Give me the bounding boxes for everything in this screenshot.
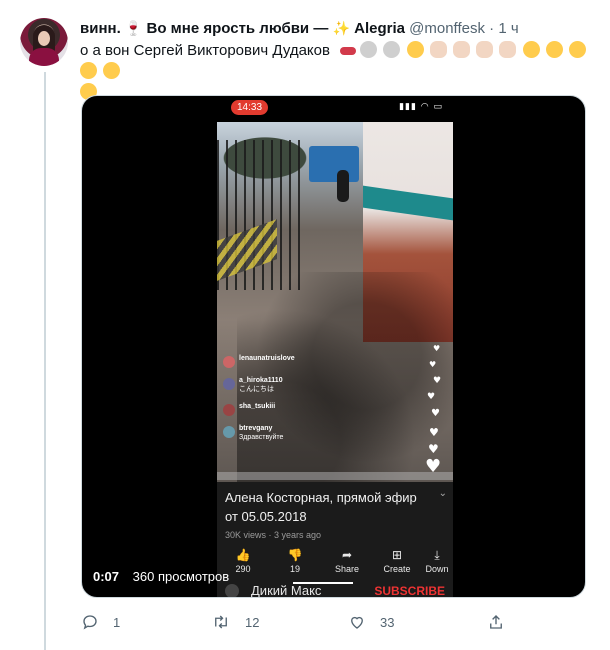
tweet-time[interactable]: 1 ч [498, 20, 518, 37]
victory-hand-emoji-icon [429, 41, 447, 58]
list-item: lenaunatruislove [223, 354, 353, 368]
seek-bar[interactable] [293, 582, 353, 584]
yawning-face-emoji-icon [545, 41, 563, 58]
download-label: Down [425, 564, 449, 574]
like-button[interactable]: 33 [348, 610, 394, 634]
like-count: 33 [380, 614, 395, 630]
reply-button[interactable]: 1 [81, 610, 120, 634]
reply-icon [83, 615, 97, 630]
victory-hand-emoji-icon [499, 41, 517, 58]
retweet-button[interactable]: 12 [211, 610, 259, 634]
heart-icon: ♥ [429, 426, 439, 439]
comment-message: Здравствуйте [239, 434, 284, 441]
video-meta: 30K views · 3 years ago [225, 530, 322, 540]
heart-icon: ♥ [431, 408, 440, 419]
status-time: 14:33 [231, 100, 269, 115]
video-info-panel: Алена Косторная, прямой эфир от 05.05.20… [217, 482, 453, 598]
comment-avatar [223, 426, 235, 438]
channel-name: Дикий Макс [251, 583, 322, 598]
comment-user: lenaunatruislove [239, 355, 295, 362]
share-button[interactable] [487, 610, 519, 634]
create-video-button: ⊞ Create [377, 548, 417, 575]
live-comments: lenaunatruislove a_hiroka1110 こんにちは sha_… [223, 354, 353, 450]
tweet-text: о а вон Сергей Викторович Дудаков [80, 40, 595, 103]
floating-hearts: ♥ ♥ ♥ ♥ ♥ ♥ ♥ ♥ [423, 344, 447, 478]
avatar-dress [29, 48, 59, 66]
reply-count: 1 [113, 614, 121, 630]
tweet-text-body: о а вон Сергей Викторович Дудаков [80, 42, 330, 59]
video-frame: 14:33 ▮▮▮ ◠ ▭ lenaunatruislove a_hiroka1… [217, 96, 453, 598]
video-time: 0:07 [93, 569, 120, 584]
author-handle[interactable]: @monffesk [409, 20, 485, 37]
video-actions: 👍 290 👎 19 ➦ Share ⊞ Create ⤓ Down [221, 548, 453, 578]
comment-message: こんにちは [239, 386, 274, 393]
separator-dot: · [489, 20, 495, 37]
thumbs-down-icon: 👎 [287, 548, 303, 562]
author-name[interactable]: винн. [80, 20, 121, 37]
avatar[interactable] [20, 18, 68, 66]
video-title: Алена Косторная, прямой эфир от 05.05.20… [225, 490, 417, 524]
video-thumbnail-strip [217, 472, 453, 480]
heart-icon: ♥ [427, 392, 436, 402]
bus-shape [309, 146, 359, 182]
gray-face-emoji-icon [360, 41, 378, 58]
comment-avatar [223, 378, 235, 390]
share-label: Share [334, 564, 360, 574]
comment-avatar [223, 356, 235, 368]
list-item: sha_tsukiii [223, 402, 353, 416]
share-icon: ➦ [341, 548, 353, 562]
heart-icon [351, 616, 363, 629]
dislike-count: 19 [289, 564, 300, 574]
create-icon: ⊞ [391, 548, 403, 562]
yawning-face-emoji-icon [522, 41, 540, 58]
smirk-face-emoji-icon [406, 41, 424, 58]
comment-user: a_hiroka1110 [239, 377, 283, 384]
heart-icon: ♥ [433, 344, 441, 353]
heart-icon: ♥ [428, 442, 439, 456]
retweet-icon [215, 615, 227, 629]
gray-face-emoji-icon [383, 41, 401, 58]
comment-user: btrevgany [239, 425, 273, 432]
download-icon: ⤓ [434, 548, 440, 562]
lips-emoji-icon [340, 47, 357, 56]
phone-status-bar: 14:33 ▮▮▮ ◠ ▭ [217, 96, 453, 122]
rofl-face-emoji-icon [80, 62, 97, 79]
thumbs-up-icon: 👍 [235, 548, 251, 562]
victory-hand-emoji-icon [476, 41, 494, 58]
video-view-count: 360 просмотров [132, 569, 230, 584]
cyclist-shape [337, 170, 349, 202]
thread-line [44, 72, 46, 650]
list-item: a_hiroka1110 こんにちは [223, 376, 353, 394]
subscribe-label: SUBSCRIBE [374, 584, 445, 598]
create-label: Create [383, 564, 411, 574]
video-player[interactable]: 14:33 ▮▮▮ ◠ ▭ lenaunatruislove a_hiroka1… [81, 95, 586, 598]
status-icons: ▮▮▮ ◠ ▭ [399, 102, 443, 112]
dislike-video-button: 👎 19 [275, 548, 315, 575]
comment-avatar [223, 404, 235, 416]
list-item: btrevgany Здравствуйте [223, 424, 353, 442]
tweet-actions: 1 12 33 [81, 610, 511, 634]
heart-icon: ♥ [433, 376, 442, 386]
sparkle-emoji: ✨ [332, 21, 350, 37]
author-display-suffix[interactable]: Alegria [354, 20, 405, 37]
wine-emoji: 🍷 [124, 21, 143, 37]
retweet-count: 12 [245, 614, 260, 630]
share-video-button: ➦ Share [327, 548, 367, 575]
video-overlay: 0:07 360 просмотров [93, 567, 229, 587]
avatar-face [38, 31, 50, 46]
rofl-face-emoji-icon [103, 62, 121, 79]
victory-hand-emoji-icon [453, 41, 470, 58]
tweet-header: винн. 🍷 Во мне ярость любви — ✨ Alegria … [80, 18, 600, 40]
download-video-button: ⤓ Down [417, 548, 453, 575]
channel-row: Дикий Макс SUBSCRIBE [217, 582, 453, 598]
heart-icon: ♥ [429, 360, 437, 369]
author-display-phrase[interactable]: Во мне ярость любви — [147, 20, 329, 37]
share-icon [490, 615, 502, 629]
chevron-down-icon: ⌄ [438, 488, 447, 499]
yawning-face-emoji-icon [568, 41, 586, 58]
comment-user: sha_tsukiii [239, 403, 276, 410]
